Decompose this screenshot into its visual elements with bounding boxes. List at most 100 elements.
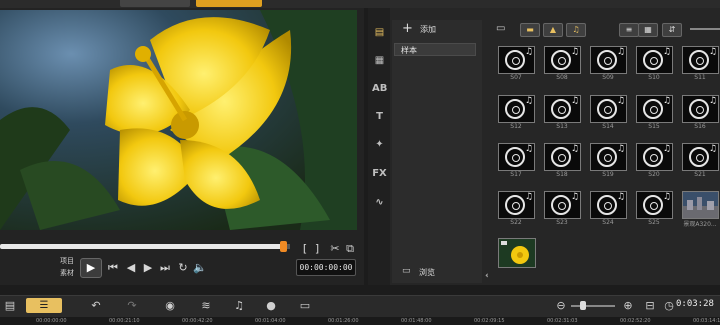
project-mode-label[interactable]: 项目: [60, 256, 74, 266]
subtitle-editor-icon[interactable]: ▭: [297, 299, 313, 313]
instant-project-icon[interactable]: ▦: [372, 54, 387, 68]
scrubber-handle[interactable]: [280, 241, 287, 252]
thumb-label: S21: [694, 171, 706, 178]
audio-thumb[interactable]: ♫: [636, 95, 673, 123]
timeline-view-button[interactable]: ☰: [26, 298, 62, 313]
folder-open-icon[interactable]: ▭: [496, 23, 505, 34]
mark-out-button[interactable]: ]: [310, 242, 324, 256]
music-note-icon: ♫: [570, 96, 579, 106]
redo-icon[interactable]: ↷: [124, 299, 140, 313]
disc-icon: [505, 50, 525, 70]
audio-thumb[interactable]: ♫: [682, 143, 719, 171]
music-note-icon: ♫: [524, 144, 533, 154]
show-video-button[interactable]: ▬: [520, 23, 540, 37]
clip-mode-label[interactable]: 素材: [60, 268, 74, 278]
thumb-label: S18: [556, 171, 568, 178]
audio-thumb[interactable]: ♫: [544, 95, 581, 123]
top-menu-strip: [0, 0, 720, 8]
thumb-label: S20: [648, 171, 660, 178]
audio-thumb[interactable]: ♫: [590, 143, 627, 171]
tab-capture[interactable]: [120, 0, 190, 7]
media-icon[interactable]: ▤: [372, 26, 387, 40]
selected-clip-thumb[interactable]: [498, 238, 536, 268]
sound-mixer-icon[interactable]: ≋: [198, 299, 214, 313]
audio-thumb[interactable]: ♫: [590, 46, 627, 74]
audio-thumb[interactable]: ♫: [544, 191, 581, 219]
zoom-slider-handle[interactable]: [580, 301, 586, 310]
repeat-icon[interactable]: ↻: [176, 261, 190, 275]
show-photo-button[interactable]: ▲: [543, 23, 563, 37]
zoom-in-icon[interactable]: ⊕: [620, 299, 636, 313]
audio-thumb[interactable]: ♫: [498, 46, 535, 74]
add-folder-icon[interactable]: +: [402, 21, 413, 36]
list-view-button[interactable]: ≡: [619, 23, 639, 37]
audio-thumb[interactable]: ♫: [682, 46, 719, 74]
volume-icon[interactable]: 🔈: [193, 261, 207, 275]
path-icon[interactable]: ∿: [372, 196, 387, 210]
music-note-icon: ♫: [570, 192, 579, 202]
auto-music-icon[interactable]: ♫: [231, 299, 247, 313]
fit-project-icon[interactable]: ⊟: [642, 299, 658, 313]
timecode-display[interactable]: 00:00:00:00: [296, 259, 356, 276]
thumb-label: S14: [602, 123, 614, 130]
zoom-slider-track[interactable]: [571, 305, 615, 307]
audio-thumb[interactable]: ♫: [682, 95, 719, 123]
music-note-icon: ♫: [708, 144, 717, 154]
disc-icon: [597, 50, 617, 70]
audio-thumb[interactable]: ♫: [544, 143, 581, 171]
thumb-label: S13: [556, 123, 568, 130]
motion-track-icon[interactable]: ●: [263, 299, 279, 313]
clock-icon: ◷: [664, 299, 674, 312]
disc-icon: [643, 50, 663, 70]
record-capture-icon[interactable]: ◉: [162, 299, 178, 313]
flower-image: [0, 10, 357, 230]
zoom-out-icon[interactable]: ⊖: [553, 299, 569, 313]
audio-thumb[interactable]: ♫: [636, 46, 673, 74]
audio-thumb[interactable]: ♫: [636, 191, 673, 219]
show-audio-button[interactable]: ♫: [566, 23, 586, 37]
audio-thumb[interactable]: ♫: [544, 46, 581, 74]
disc-icon: [643, 147, 663, 167]
transition-icon[interactable]: AB: [372, 82, 387, 96]
folder-item-sample[interactable]: 样本: [394, 43, 476, 56]
audio-thumb[interactable]: ♫: [590, 191, 627, 219]
thumb-label: 景观A320...: [683, 221, 717, 228]
sort-button[interactable]: ⇵: [662, 23, 682, 37]
fx-filter-icon[interactable]: FX: [372, 167, 387, 181]
audio-thumb[interactable]: ♫: [498, 95, 535, 123]
next-frame-icon[interactable]: ▶: [141, 261, 155, 275]
home-icon[interactable]: ⏮: [106, 261, 120, 275]
add-folder-label[interactable]: 添加: [420, 24, 436, 35]
ruler-tick-label: 00:03:14:15: [693, 318, 720, 324]
scissors-icon[interactable]: ✂: [328, 242, 342, 256]
audio-thumb[interactable]: ♫: [498, 143, 535, 171]
thumbnail-size-slider[interactable]: [690, 28, 720, 30]
prev-frame-icon[interactable]: ◀: [124, 261, 138, 275]
graphic-icon[interactable]: ✦: [372, 138, 387, 152]
audio-thumb[interactable]: ♫: [498, 191, 535, 219]
audio-thumb[interactable]: ♫: [636, 143, 673, 171]
photo-thumb[interactable]: [682, 191, 719, 219]
project-duration: 0:03:28: [676, 299, 714, 309]
title-icon[interactable]: T: [372, 110, 387, 124]
browse-icon[interactable]: ▭: [402, 266, 411, 276]
music-note-icon: ♫: [570, 144, 579, 154]
music-note-icon: ♫: [708, 96, 717, 106]
thumbnail-view-button[interactable]: ▦: [638, 23, 658, 37]
enlarge-icon[interactable]: ⧉: [343, 242, 357, 256]
disc-icon: [551, 50, 571, 70]
timeline-ruler[interactable]: [0, 317, 720, 325]
scrubber-track[interactable]: [0, 244, 284, 249]
storyboard-view-icon[interactable]: ▤: [2, 299, 18, 313]
undo-icon[interactable]: ↶: [88, 299, 104, 313]
music-note-icon: ♫: [616, 144, 625, 154]
tab-edit[interactable]: [196, 0, 262, 7]
disc-icon: [551, 147, 571, 167]
play-button[interactable]: ▶: [80, 258, 102, 278]
audio-thumb[interactable]: ♫: [590, 95, 627, 123]
music-note-icon: ♫: [662, 144, 671, 154]
browse-button[interactable]: 浏览: [419, 267, 435, 278]
thumb-label: S17: [510, 171, 522, 178]
ruler-tick-label: 00:00:00:00: [36, 318, 67, 324]
end-icon[interactable]: ⏭: [158, 261, 172, 275]
